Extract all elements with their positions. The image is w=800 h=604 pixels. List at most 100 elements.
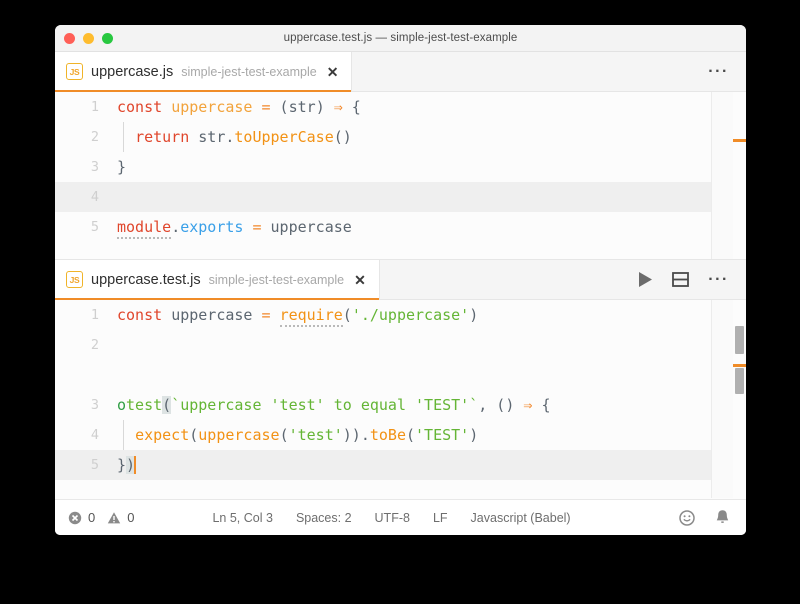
status-center-group: Ln 5, Col 3 Spaces: 2 UTF-8 LF Javascrip… — [212, 511, 570, 525]
code-line-text: }) — [115, 456, 136, 474]
run-tests-icon[interactable] — [638, 271, 653, 288]
minimize-window-button[interactable] — [83, 33, 94, 44]
language-mode[interactable]: Javascript (Babel) — [471, 511, 571, 525]
code-token: ( — [271, 98, 289, 116]
code-token — [117, 128, 135, 146]
code-line[interactable]: 2 return str.toUpperCase() — [55, 122, 746, 152]
editor-2-scrollbar[interactable] — [733, 300, 746, 498]
window-title: uppercase.test.js — simple-jest-test-exa… — [55, 32, 746, 44]
editor-1-tabbar: JS uppercase.js simple-jest-test-example… — [55, 52, 746, 92]
maximize-window-button[interactable] — [102, 33, 113, 44]
code-line[interactable]: 1const uppercase = require('./uppercase'… — [55, 300, 746, 330]
editor-1-scrollbar[interactable] — [733, 92, 746, 259]
code-token: require — [280, 306, 343, 327]
code-token: const — [117, 98, 162, 116]
code-line-text: return str.toUpperCase() — [115, 128, 352, 146]
code-token: . — [171, 218, 180, 236]
indentation-setting[interactable]: Spaces: 2 — [296, 511, 352, 525]
code-line[interactable] — [55, 360, 746, 390]
desktop-background: uppercase.test.js — simple-jest-test-exa… — [0, 0, 800, 604]
code-line[interactable]: 3} — [55, 152, 746, 182]
test-run-marker-icon[interactable]: o — [117, 396, 126, 414]
code-token: ) — [469, 306, 478, 324]
code-token — [189, 128, 198, 146]
encoding-setting[interactable]: UTF-8 — [375, 511, 410, 525]
code-token: )) — [343, 426, 361, 444]
tab-uppercase-test-js[interactable]: JS uppercase.test.js simple-jest-test-ex… — [55, 260, 380, 299]
more-actions-icon[interactable]: ··· — [708, 67, 729, 77]
code-token: = — [252, 218, 261, 236]
text-cursor — [134, 456, 136, 474]
close-window-button[interactable] — [64, 33, 75, 44]
cursor-position[interactable]: Ln 5, Col 3 — [212, 511, 272, 525]
code-token: exports — [180, 218, 243, 236]
code-token: ⇒ — [334, 98, 343, 116]
scrollbar-thumb-lower[interactable] — [735, 368, 744, 394]
code-token: { — [343, 98, 361, 116]
code-token: , () — [478, 396, 514, 414]
code-token: './uppercase' — [352, 306, 469, 324]
code-token: ( — [189, 426, 198, 444]
bell-icon[interactable] — [715, 509, 730, 526]
code-line[interactable]: 4 — [55, 182, 746, 212]
code-line[interactable]: 5module.exports = uppercase — [55, 212, 746, 242]
code-token: toUpperCase — [234, 128, 333, 146]
more-actions-icon[interactable]: ··· — [708, 275, 729, 285]
editor-2-code-area[interactable]: 1const uppercase = require('./uppercase'… — [55, 300, 746, 498]
code-token: ( — [280, 426, 289, 444]
status-problems[interactable]: 0 0 — [55, 510, 134, 525]
editor-2-minimap[interactable] — [711, 300, 733, 498]
editor-1-lines: 1const uppercase = (str) ⇒ {2 return str… — [55, 92, 746, 242]
js-file-icon: JS — [66, 271, 83, 288]
line-number: 4 — [55, 427, 115, 443]
close-tab-icon[interactable]: ✕ — [327, 65, 339, 79]
editor-1-code-area[interactable]: 1const uppercase = (str) ⇒ {2 return str… — [55, 92, 746, 259]
editor-1-minimap[interactable] — [711, 92, 733, 259]
code-line[interactable]: 4 expect(uppercase('test')).toBe('TEST') — [55, 420, 746, 450]
code-token: = — [262, 306, 271, 324]
code-line[interactable]: 5}) — [55, 450, 746, 480]
split-editor-icon[interactable] — [672, 272, 689, 287]
editor-2-lines: 1const uppercase = require('./uppercase'… — [55, 300, 746, 480]
code-token — [162, 98, 171, 116]
code-token: ( — [343, 306, 352, 324]
editor-pane-2: JS uppercase.test.js simple-jest-test-ex… — [55, 260, 746, 499]
line-endings-setting[interactable]: LF — [433, 511, 448, 525]
code-token: ) — [316, 98, 334, 116]
code-token: = — [262, 98, 271, 116]
line-number: 2 — [55, 337, 115, 353]
code-token: 'TEST' — [415, 426, 469, 444]
tab-folder: simple-jest-test-example — [181, 65, 316, 79]
close-tab-icon[interactable]: ✕ — [354, 273, 366, 287]
code-token: uppercase — [198, 426, 279, 444]
code-token: uppercase — [171, 98, 252, 116]
code-line[interactable]: 2 — [55, 330, 746, 360]
code-line[interactable]: 1const uppercase = (str) ⇒ { — [55, 92, 746, 122]
code-token: . — [361, 426, 370, 444]
code-token: ( — [162, 396, 171, 414]
smiley-icon[interactable] — [679, 510, 695, 526]
status-bar: 0 0 Ln 5, Col 3 Spaces: 2 UTF-8 LF Javas… — [55, 499, 746, 535]
code-token — [252, 306, 261, 324]
tab-uppercase-js[interactable]: JS uppercase.js simple-jest-test-example… — [55, 52, 352, 91]
js-file-icon: JS — [66, 63, 83, 80]
code-token — [252, 98, 261, 116]
line-number: 2 — [55, 129, 115, 145]
code-token: } — [117, 158, 126, 176]
code-line-text: otest(`uppercase 'test' to equal 'TEST'`… — [115, 396, 550, 414]
error-count: 0 — [88, 510, 95, 525]
scrollbar-thumb[interactable] — [735, 326, 744, 354]
traffic-lights — [64, 33, 113, 44]
code-token — [262, 218, 271, 236]
code-line[interactable]: 3otest(`uppercase 'test' to equal 'TEST'… — [55, 390, 746, 420]
code-token: ) — [469, 426, 478, 444]
tab-folder: simple-jest-test-example — [209, 273, 344, 287]
code-token: () — [334, 128, 352, 146]
line-number: 4 — [55, 189, 115, 205]
scrollbar-marker — [733, 139, 746, 142]
editor-pane-1: JS uppercase.js simple-jest-test-example… — [55, 52, 746, 260]
scrollbar-marker — [733, 364, 746, 367]
code-token: str — [198, 128, 225, 146]
code-token: module — [117, 218, 171, 239]
code-token: return — [135, 128, 189, 146]
